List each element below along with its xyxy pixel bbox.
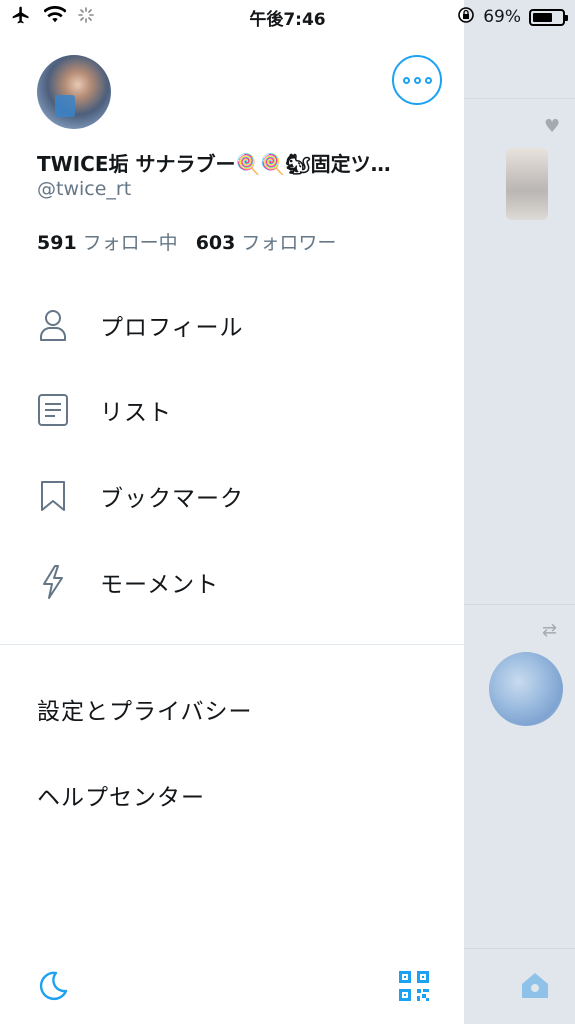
menu-item-lists[interactable]: リスト [0, 380, 464, 440]
menu-item-label: モーメント [100, 572, 220, 598]
dimmed-timeline[interactable]: ♥ ⇄ [464, 0, 575, 1024]
accounts-more-button[interactable] [392, 55, 442, 105]
home-icon[interactable] [518, 968, 552, 1002]
following-count: 591 [37, 232, 77, 254]
help-center-link[interactable]: ヘルプセンター [37, 778, 205, 812]
more-dot-icon [424, 76, 432, 84]
qr-code-icon[interactable] [394, 966, 434, 1006]
person-icon [36, 306, 70, 344]
activity-spinner-icon [78, 6, 94, 28]
profile-avatar[interactable] [37, 55, 111, 129]
moon-icon[interactable] [33, 966, 73, 1006]
heart-icon: ♥ [544, 116, 561, 137]
followers-label: フォロワー [241, 232, 337, 254]
more-dot-icon [413, 76, 421, 84]
display-name[interactable]: TWICE垢 サナラブー🍭🍭🐿固定ツ… [37, 148, 427, 177]
rotation-lock-icon [457, 6, 475, 29]
battery-icon [529, 8, 568, 26]
follow-counts: 591 フォロー中 603 フォロワー [37, 228, 336, 255]
settings-privacy-link[interactable]: 設定とプライバシー [37, 692, 253, 726]
menu-item-profile[interactable]: プロフィール [0, 295, 464, 355]
status-bar: 午後7:46 69% [0, 0, 575, 34]
menu-item-label: リスト [100, 400, 172, 426]
divider [0, 644, 464, 645]
more-dot-icon [402, 76, 410, 84]
followers-link[interactable]: 603 フォロワー [196, 228, 337, 255]
menu-item-label: プロフィール [100, 315, 244, 341]
following-label: フォロー中 [82, 232, 178, 254]
airplane-icon [10, 5, 32, 30]
following-link[interactable]: 591 フォロー中 [37, 228, 178, 255]
user-avatar [489, 652, 563, 726]
battery-percent: 69% [483, 7, 521, 27]
followers-count: 603 [195, 232, 236, 254]
lightning-icon [36, 563, 70, 601]
menu-item-bookmarks[interactable]: ブックマーク [0, 466, 464, 526]
menu-item-label: ブックマーク [100, 486, 244, 512]
tweet-image-thumbnail [506, 148, 548, 220]
menu-item-moments[interactable]: モーメント [0, 552, 464, 612]
bookmark-icon [36, 477, 70, 515]
divider [464, 604, 575, 605]
side-drawer: TWICE垢 サナラブー🍭🍭🐿固定ツ… @twice_rt 591 フォロー中 6… [0, 0, 464, 1024]
user-handle[interactable]: @twice_rt [37, 178, 131, 200]
divider [464, 98, 575, 99]
tab-bar-divider [464, 948, 575, 949]
retweet-icon: ⇄ [542, 620, 558, 641]
list-icon [36, 391, 70, 429]
wifi-icon [43, 5, 67, 29]
